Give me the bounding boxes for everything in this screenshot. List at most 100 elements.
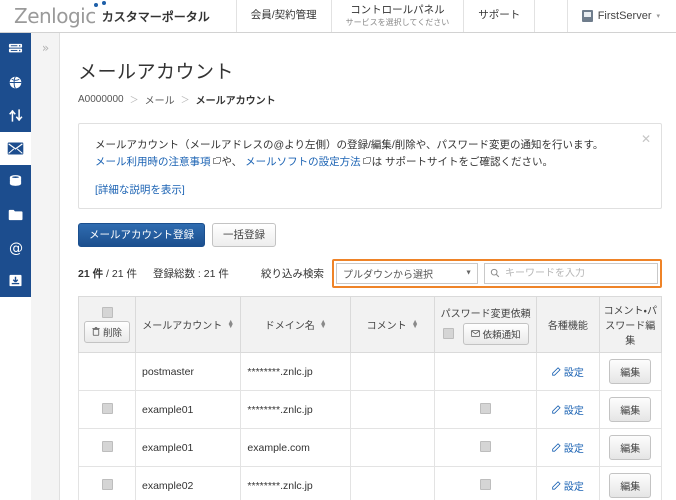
- row-comment-cell: [350, 428, 435, 468]
- external-link-icon: [362, 157, 371, 165]
- register-mail-account-button[interactable]: メールアカウント登録: [78, 222, 205, 248]
- row-password-checkbox[interactable]: [480, 478, 492, 490]
- delete-button-label: 削除: [102, 327, 122, 339]
- row-functions-cell: 設定: [536, 352, 600, 392]
- row-edit-button[interactable]: 編集: [609, 435, 652, 461]
- row-checkbox[interactable]: [101, 478, 113, 490]
- edit-icon: [552, 481, 561, 490]
- row-password-checkbox[interactable]: [480, 402, 492, 414]
- show-detail-link[interactable]: [詳細な説明を表示]: [95, 182, 635, 197]
- select-all-checkbox[interactable]: [101, 306, 113, 318]
- row-setting-label: 設定: [563, 406, 584, 418]
- notify-request-label: 依頼通知: [482, 329, 521, 341]
- search-input[interactable]: [505, 267, 657, 279]
- row-domain-cell: ********.znlc.jp: [240, 352, 352, 392]
- mail-account-table-wrap: 削除 メールアカウント ▲ ▼ ドメイン名 ▲ ▼ コメント ▲ ▼ パスワード…: [78, 296, 663, 500]
- breadcrumb-item-mail[interactable]: メール: [145, 92, 175, 107]
- sort-icon[interactable]: ▲ ▼: [227, 319, 234, 330]
- brand-wordmark: Zenlogic: [14, 1, 106, 28]
- table-row: example01 ********.znlc.jp 設定 編集: [78, 390, 663, 430]
- install-icon: [9, 274, 22, 287]
- nav-item-support[interactable]: サポート: [463, 0, 536, 32]
- filter-highlight-box: プルダウンから選択 ▼: [332, 258, 662, 288]
- table-body: postmaster ********.znlc.jp 設定 編集 example01 *…: [78, 352, 663, 500]
- notify-request-button[interactable]: 依頼通知: [462, 322, 529, 345]
- th-password-request-label: パスワード変更依頼: [440, 308, 531, 320]
- delete-button[interactable]: 削除: [83, 320, 130, 343]
- breadcrumb-separator-icon: ＞: [180, 95, 190, 105]
- user-name: FirstServer: [597, 10, 652, 22]
- row-setting-label: 設定: [563, 368, 584, 380]
- filter-dropdown[interactable]: プルダウンから選択 ▼: [336, 262, 478, 284]
- row-account-cell: postmaster: [134, 352, 242, 392]
- th-domain[interactable]: ドメイン名 ▲ ▼: [240, 296, 352, 354]
- chevron-down-icon: ▾: [656, 13, 660, 20]
- edit-icon: [552, 443, 561, 452]
- brand-logo-area[interactable]: Zenlogic カスタマーポータル: [0, 0, 220, 32]
- row-edit-cell: 編集: [598, 428, 663, 468]
- expand-sidebar-button[interactable]: »: [31, 39, 60, 57]
- rail-item-folder[interactable]: [0, 198, 31, 231]
- row-select-cell: [78, 390, 136, 430]
- user-menu[interactable]: FirstServer ▾: [566, 0, 676, 32]
- rail-item-server[interactable]: [0, 33, 31, 66]
- row-password-request-cell: [433, 352, 538, 392]
- notice-link-mail-setup[interactable]: メールソフトの設定方法: [245, 156, 361, 168]
- record-count-max: 21 件: [111, 267, 137, 280]
- row-setting-link[interactable]: 設定: [552, 364, 584, 379]
- rail-item-transfer[interactable]: [0, 99, 31, 132]
- folder-icon: [8, 209, 22, 220]
- breadcrumb-item-account[interactable]: A0000000: [78, 94, 124, 105]
- rail-item-mail[interactable]: [0, 132, 31, 165]
- mail-icon: [7, 142, 24, 155]
- table-row: example02 ********.znlc.jp 設定 編集: [78, 466, 663, 500]
- icon-rail: @: [0, 33, 31, 500]
- sort-icon[interactable]: ▲ ▼: [412, 319, 419, 330]
- th-comment-label: コメント: [366, 321, 407, 333]
- row-password-checkbox[interactable]: [480, 440, 492, 452]
- th-functions-label: 各種機能: [547, 321, 588, 333]
- nav-item-control-panel[interactable]: コントロールパネル サービスを選択してください: [330, 0, 464, 32]
- rail-item-domain[interactable]: [0, 66, 31, 99]
- row-functions-cell: 設定: [536, 466, 600, 500]
- at-sign-icon: @: [8, 240, 22, 255]
- row-password-request-cell: [433, 466, 538, 500]
- rail-item-database[interactable]: [0, 165, 31, 198]
- close-icon[interactable]: ✕: [640, 133, 652, 145]
- table-row: postmaster ********.znlc.jp 設定 編集: [78, 352, 663, 392]
- notice-line-1: メールアカウント（メールアドレスの@より左側）の登録/編集/削除や、パスワード変…: [95, 139, 604, 151]
- row-checkbox[interactable]: [101, 402, 113, 414]
- filter-row: 21 件 / 21 件 登録総数 : 21 件 絞り込み検索 プルダウンから選択…: [78, 258, 662, 288]
- th-select-delete: 削除: [78, 296, 136, 354]
- rail-item-install[interactable]: [0, 264, 31, 297]
- row-edit-button[interactable]: 編集: [609, 397, 652, 423]
- select-all-password-checkbox[interactable]: [442, 328, 454, 340]
- row-edit-cell: 編集: [598, 390, 663, 430]
- row-setting-link[interactable]: 設定: [552, 478, 584, 493]
- rail-item-mailaddress[interactable]: @: [0, 231, 31, 264]
- th-account[interactable]: メールアカウント ▲ ▼: [134, 296, 242, 354]
- row-setting-link[interactable]: 設定: [552, 402, 584, 417]
- action-buttons: メールアカウント登録 一括登録: [78, 222, 676, 248]
- trash-icon: [92, 327, 100, 336]
- server-icon: [8, 43, 23, 53]
- nav-item-label: コントロールパネル: [350, 3, 445, 16]
- th-edit: コメント・パスワード編集: [598, 296, 663, 354]
- row-edit-button[interactable]: 編集: [609, 473, 652, 499]
- th-comment[interactable]: コメント ▲ ▼: [350, 296, 435, 354]
- svg-text:@: @: [8, 240, 22, 255]
- keyword-search-field[interactable]: [484, 262, 658, 284]
- row-comment-cell: [350, 390, 435, 430]
- row-checkbox[interactable]: [101, 440, 113, 452]
- notice-link-precautions[interactable]: メール利用時の注意事項: [95, 156, 211, 168]
- bulk-register-button[interactable]: 一括登録: [212, 222, 276, 248]
- nav-item-member-contract[interactable]: 会員/契約管理: [235, 0, 331, 32]
- row-edit-cell: 編集: [598, 352, 663, 392]
- row-password-request-cell: [433, 428, 538, 468]
- info-notice-panel: メールアカウント（メールアドレスの@より左側）の登録/編集/削除や、パスワード変…: [78, 123, 662, 209]
- table-row: example01 example.com 設定 編集: [78, 428, 663, 468]
- row-edit-button[interactable]: 編集: [609, 359, 652, 385]
- row-edit-cell: 編集: [598, 466, 663, 500]
- row-setting-link[interactable]: 設定: [552, 440, 584, 455]
- sort-icon[interactable]: ▲ ▼: [320, 319, 327, 330]
